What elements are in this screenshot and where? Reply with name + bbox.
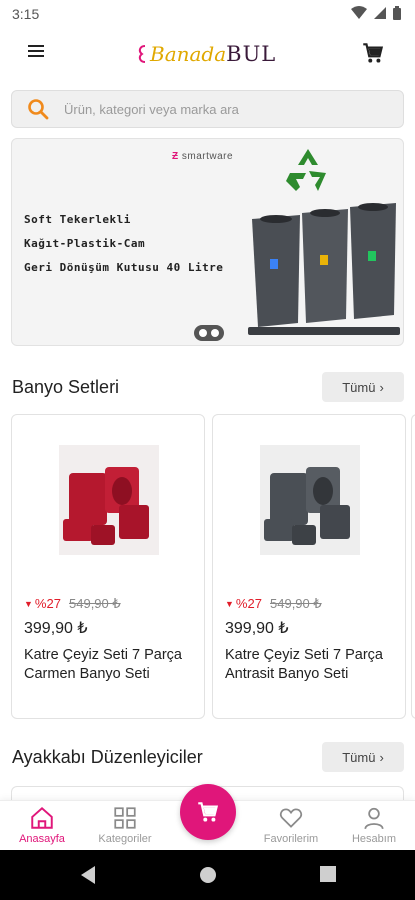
search-icon [28,99,49,120]
product-name[interactable]: Katre Çeyiz Seti 7 Parça Antrasit Banyo … [225,646,401,684]
chevron-right-icon: › [379,379,384,395]
shopping-cart-icon[interactable] [360,40,388,68]
wifi-icon [351,6,367,19]
old-price: 549,90 ₺ [270,596,322,611]
app-logo[interactable]: Banada BUL [138,36,276,72]
product-card[interactable]: ▼ %27 549,90 ₺ 399,90 ₺ Katre Çeyiz Seti… [11,414,205,719]
nav-categories[interactable]: Kategoriler [85,801,165,851]
chevron-right-icon: › [379,749,384,765]
recents-icon[interactable] [319,865,337,883]
product-price: 399,90 ₺ [24,620,88,637]
nav-label-home: Anasayfa [19,833,65,845]
search-input[interactable]: Ürün, kategori veya marka ara [64,102,239,117]
nav-label-categories: Kategoriler [98,833,152,845]
recycling-bins-image [248,203,400,335]
product-price: 399,90 ₺ [225,620,289,637]
logo-text-bul: BUL [226,42,277,66]
heart-icon [279,808,303,828]
arrow-down-icon: ▼ [225,598,234,609]
section-title-banyo-setleri: Banyo Setleri [12,377,120,397]
arrow-down-icon: ▼ [24,598,33,609]
banner-slider-toggle[interactable] [194,325,224,341]
banner-brand: Ƶ smartware [172,151,234,162]
battery-icon [393,6,401,20]
banner-text-line-1: Soft Tekerlekli [24,213,131,226]
status-time: 3:15 [12,6,40,22]
back-icon[interactable] [79,865,97,885]
hamburger-menu-icon[interactable] [28,42,56,68]
home-circle-icon[interactable] [198,865,218,885]
user-icon [364,807,384,830]
discount-percent: %27 [235,596,262,611]
discount-badge: ▼ %27 [225,596,262,611]
search-bar[interactable]: Ürün, kategori veya marka ara [11,90,404,128]
product-image [260,445,360,555]
shopping-cart-icon [198,802,219,822]
see-all-label: Tümü [342,379,376,395]
home-icon [31,806,53,829]
product-card-partial[interactable] [411,414,415,719]
banner-text-line-2: Kağıt-Plastik-Cam [24,237,146,250]
system-nav-bar [0,850,415,900]
grid-icon [114,807,136,829]
discount-badge: ▼ %27 [24,596,61,611]
app-header: Banada BUL [0,28,415,80]
product-name[interactable]: Katre Çeyiz Seti 7 Parça Carmen Banyo Se… [24,646,200,684]
nav-favorites[interactable]: Favorilerim [251,801,331,851]
nav-home[interactable]: Anasayfa [2,801,82,851]
nav-label-account: Hesabım [351,833,397,845]
product-image [59,445,159,555]
promo-banner[interactable]: Ƶ smartware Soft Tekerlekli Kağıt-Plasti… [11,138,404,346]
section-title-ayakkabi-duzenleyiciler: Ayakkabı Düzenleyiciler [12,747,203,767]
discount-percent: %27 [34,596,61,611]
see-all-button-banyo-setleri[interactable]: Tümü › [322,372,404,402]
old-price: 549,90 ₺ [69,596,121,611]
status-bar: 3:15 [0,0,415,28]
nav-account[interactable]: Hesabım [334,801,414,851]
recycle-icon [286,149,326,191]
product-card[interactable]: ▼ %27 549,90 ₺ 399,90 ₺ Katre Çeyiz Seti… [212,414,406,719]
banner-text-line-3: Geri Dönüşüm Kutusu 40 Litre [24,261,224,274]
signal-icon [374,7,386,19]
nav-label-favorites: Favorilerim [263,833,319,845]
status-icons [351,6,401,20]
logo-text-banada: Banada [150,42,227,66]
cart-fab-button[interactable] [180,784,236,840]
see-all-button-ayakkabi-duzenleyiciler[interactable]: Tümü › [322,742,404,772]
see-all-label: Tümü [342,749,376,765]
